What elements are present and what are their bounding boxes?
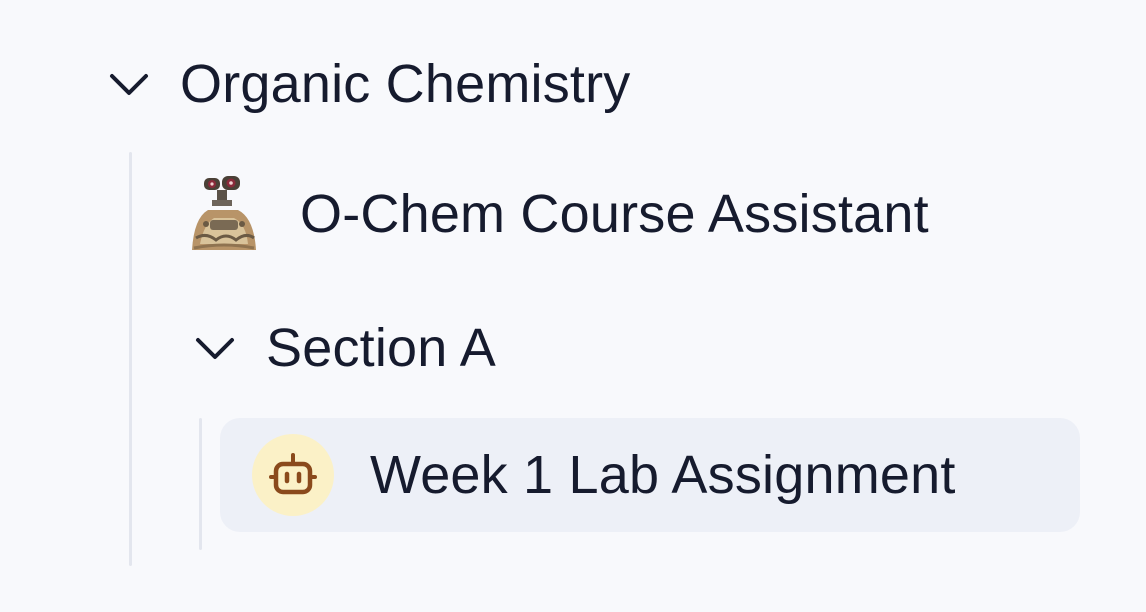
tree-item-label: Organic Chemistry <box>180 54 631 114</box>
tree-item-organic-chemistry[interactable]: Organic Chemistry <box>107 52 631 116</box>
tree-item-label: Week 1 Lab Assignment <box>370 445 956 505</box>
chevron-down-icon[interactable] <box>193 326 237 370</box>
tree-item-label: Section A <box>266 318 496 378</box>
tree-item-section-a[interactable]: Section A <box>193 316 496 380</box>
tree-guide-line <box>129 152 132 566</box>
tree-guide-line <box>199 418 202 550</box>
tree-item-ochem-course-assistant[interactable]: O-Chem Course Assistant <box>186 172 929 256</box>
bot-icon <box>252 434 334 516</box>
tree-item-label: O-Chem Course Assistant <box>300 184 929 244</box>
sidebar-tree: Organic Chemistry O-Chem Course Assistan… <box>0 0 1146 612</box>
robot-avatar-image <box>186 172 262 256</box>
tree-item-week-1-lab-assignment[interactable]: Week 1 Lab Assignment <box>220 418 1080 532</box>
chevron-down-icon[interactable] <box>107 62 151 106</box>
